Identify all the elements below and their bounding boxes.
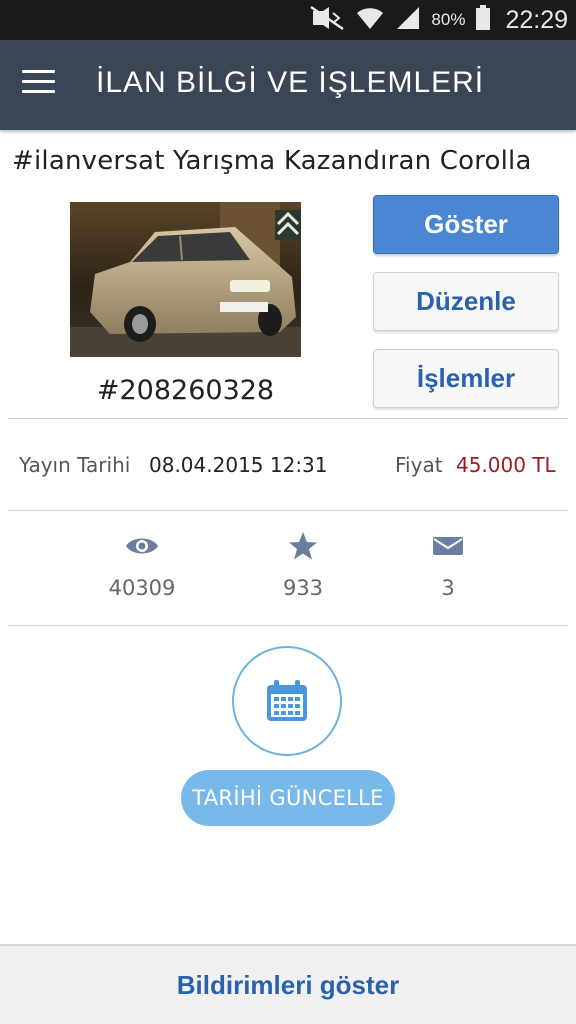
page-title: İLAN BİLGİ VE İŞLEMLERİ — [96, 66, 485, 99]
calendar-icon — [267, 680, 307, 721]
favorites-count: 933 — [282, 576, 324, 600]
app-bar: İLAN BİLGİ VE İŞLEMLERİ — [0, 40, 576, 130]
divider — [8, 418, 568, 419]
wifi-icon — [355, 5, 385, 36]
envelope-icon — [378, 530, 518, 562]
operations-button[interactable]: İşlemler — [373, 349, 559, 408]
mute-icon — [309, 5, 345, 36]
hamburger-menu-icon[interactable] — [22, 70, 62, 100]
battery-percent: 80% — [431, 10, 466, 29]
views-count: 40309 — [108, 576, 176, 600]
car-photo[interactable] — [70, 202, 301, 357]
show-notifications-bar[interactable]: Bildirimleri göster — [0, 944, 576, 1024]
price-label: Fiyat — [395, 453, 443, 477]
battery-icon — [475, 4, 491, 36]
info-row: Yayın Tarihi 08.04.2015 12:31 Fiyat 45.0… — [0, 450, 576, 480]
price-value: 45.000 TL — [456, 453, 556, 477]
show-notifications-label: Bildirimleri göster — [176, 969, 400, 1000]
divider — [8, 510, 568, 511]
publish-date-value: 08.04.2015 12:31 — [149, 453, 328, 477]
eye-icon — [72, 530, 212, 562]
status-bar: 80% 22:29 — [0, 0, 576, 40]
divider — [8, 625, 568, 626]
publish-date-label: Yayın Tarihi — [19, 453, 131, 477]
show-button[interactable]: Göster — [373, 195, 559, 254]
star-icon — [233, 530, 373, 562]
views-stat: 40309 — [72, 530, 212, 600]
update-date-button[interactable]: TARİHİ GÜNCELLE — [181, 770, 395, 826]
signal-icon — [395, 5, 421, 36]
favorites-stat: 933 — [233, 530, 373, 600]
listing-title: #ilanversat Yarışma Kazandıran Corolla — [12, 146, 532, 176]
messages-stat: 3 — [378, 530, 518, 600]
clock: 22:29 — [505, 5, 568, 34]
edit-button[interactable]: Düzenle — [373, 272, 559, 331]
listing-id: #208260328 — [96, 375, 275, 406]
messages-count: 3 — [441, 576, 455, 600]
update-date-circle[interactable] — [232, 646, 342, 756]
